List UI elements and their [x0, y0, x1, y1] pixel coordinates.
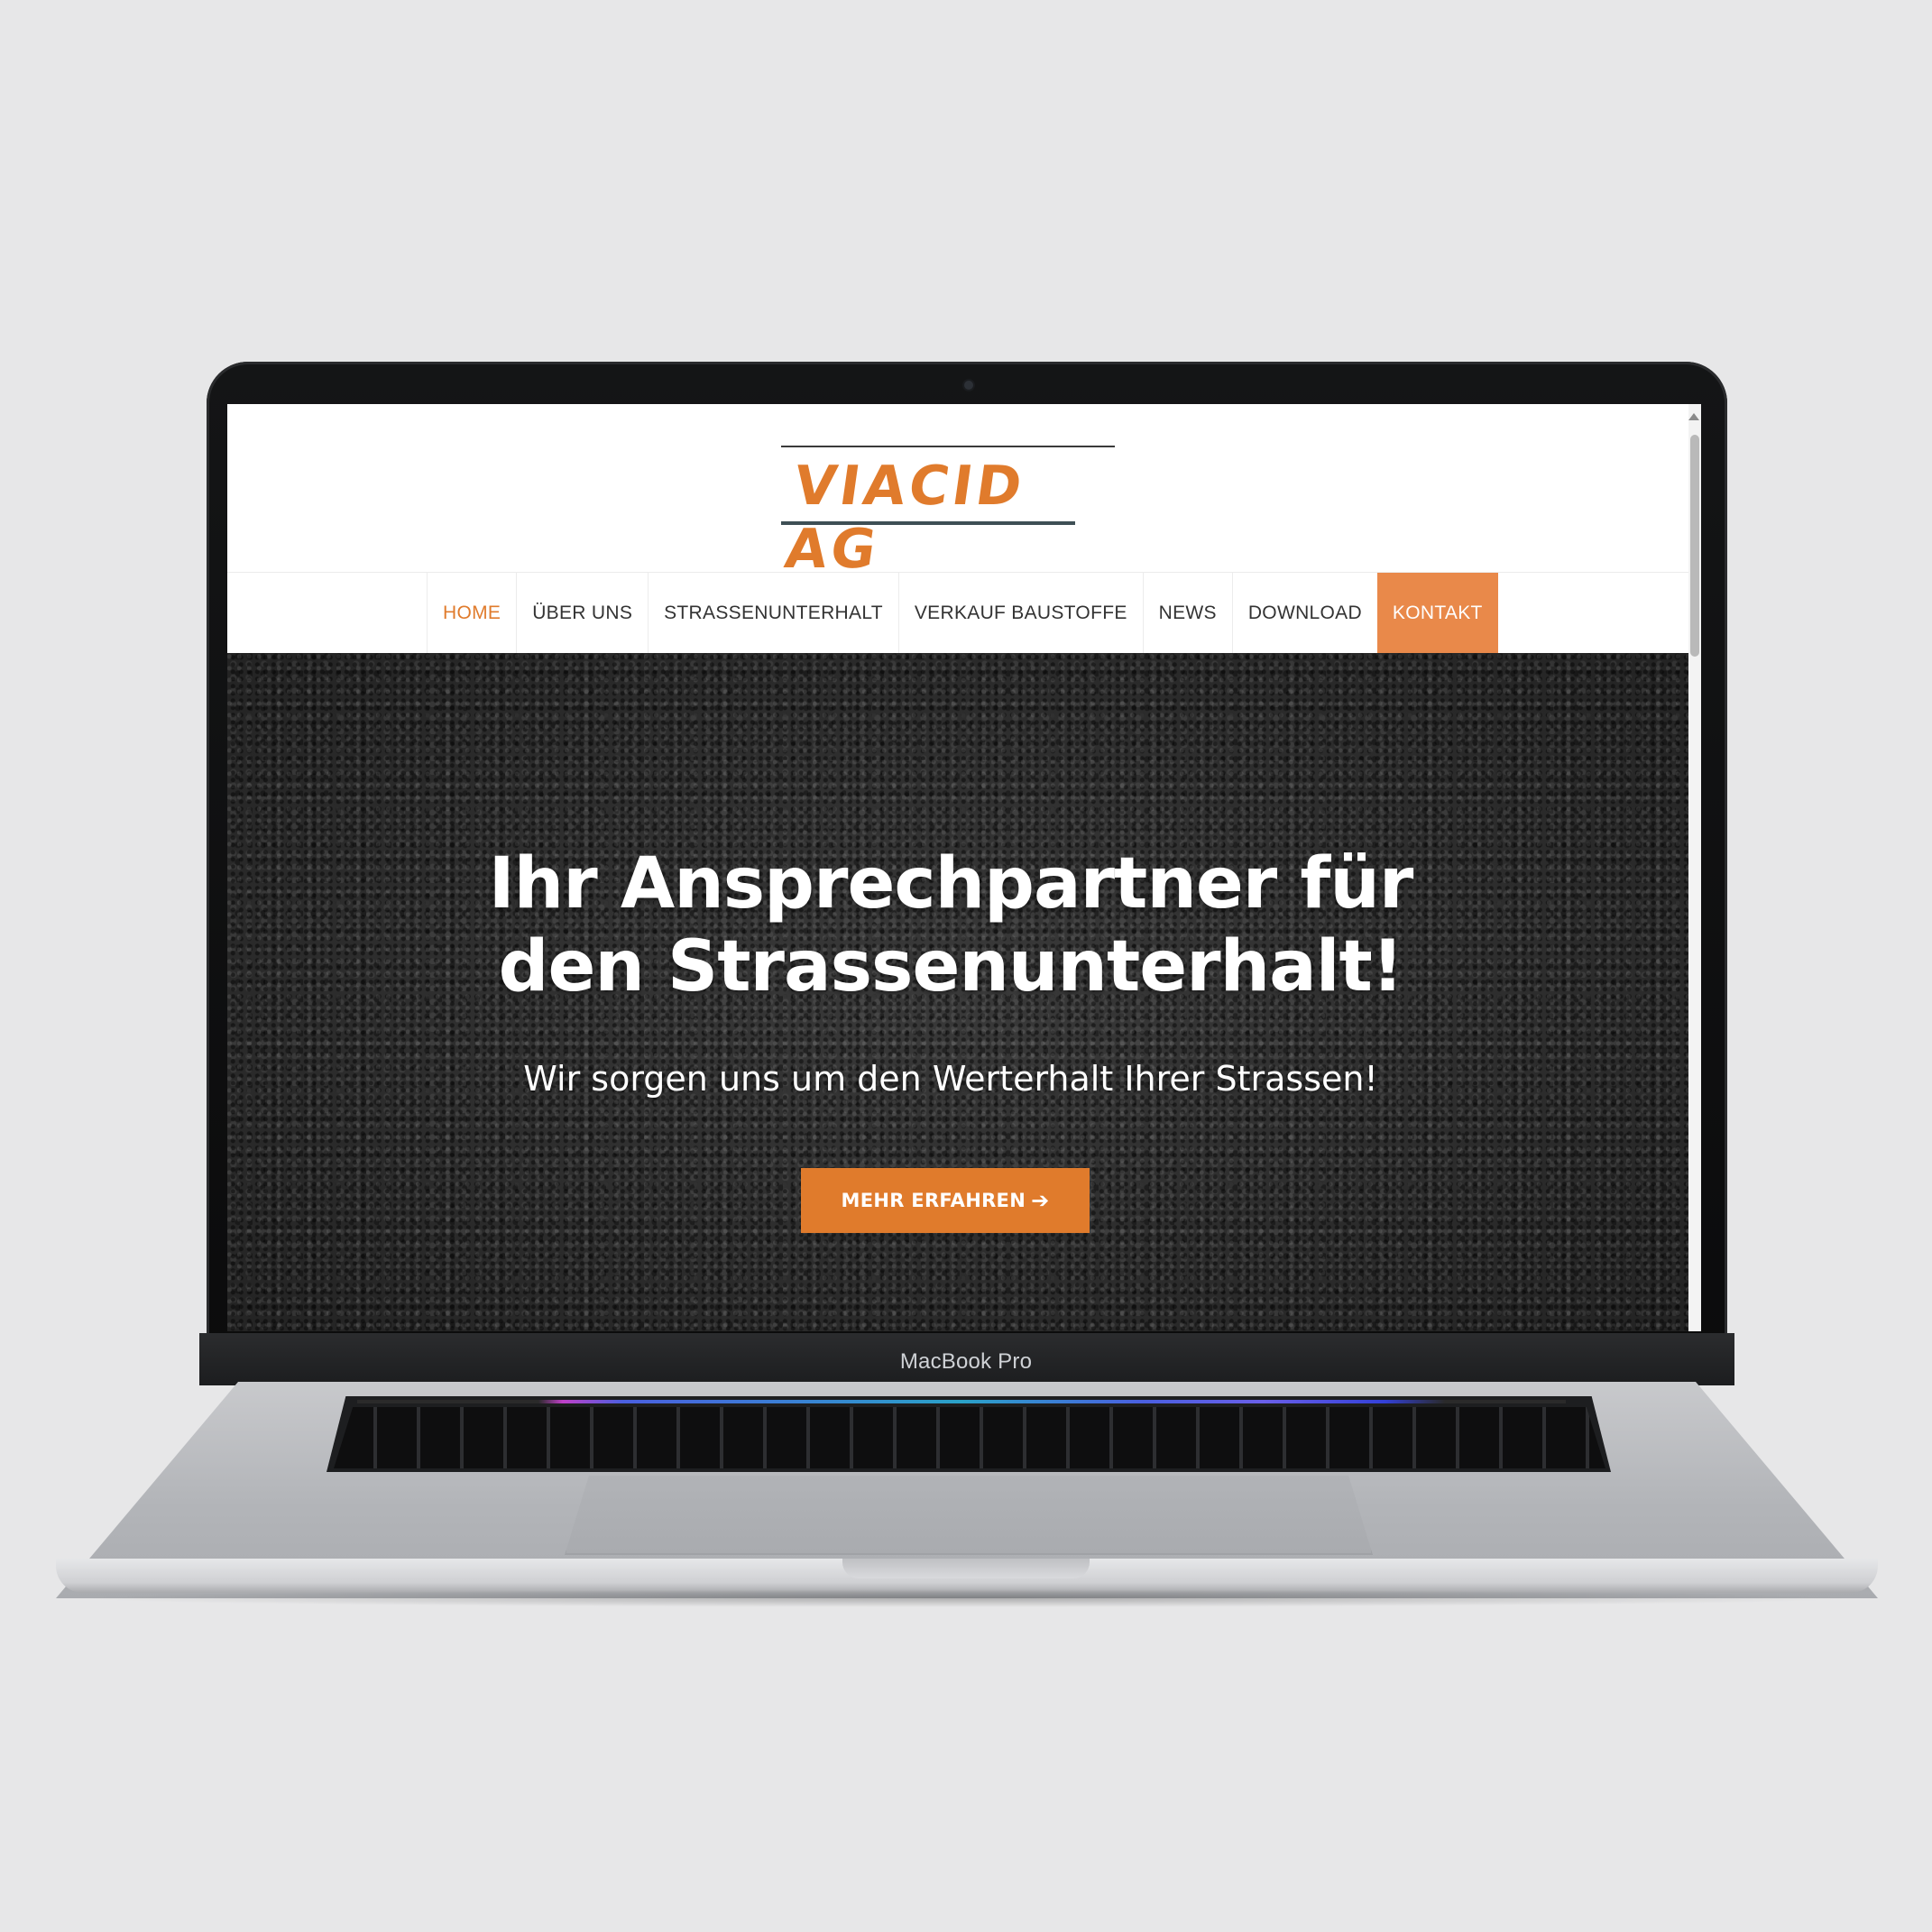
hero-button-label: MEHR ERFAHREN	[841, 1190, 1026, 1211]
trackpad	[565, 1476, 1373, 1555]
nav-item-strassenunterhalt[interactable]: STRASSENUNTERHALT	[648, 573, 898, 654]
hero-title-line-2: den Strassenunterhalt!	[498, 926, 1404, 1007]
site-header: VIACID AG	[227, 404, 1688, 581]
nav-item-ueber-uns[interactable]: ÜBER UNS	[516, 573, 648, 654]
laptop-shadow	[72, 1589, 1862, 1607]
touch-bar	[357, 1400, 1566, 1403]
nav-item-home[interactable]: HOME	[427, 573, 516, 654]
logo-bottom-line	[781, 521, 1075, 525]
hero-section: Ihr Ansprechpartner für den Strassenunte…	[227, 653, 1688, 1331]
browser-viewport: VIACID AG HOME ÜBER UNS STRASSENUNTERHAL…	[227, 404, 1701, 1331]
page-scrollbar[interactable]	[1688, 404, 1701, 1331]
hero-title: Ihr Ansprechpartner für den Strassenunte…	[227, 842, 1674, 1008]
logo-top-line	[781, 446, 1115, 447]
nav-item-news[interactable]: NEWS	[1142, 573, 1232, 654]
site-logo[interactable]: VIACID AG	[781, 446, 1115, 581]
nav-list: HOME ÜBER UNS STRASSENUNTERHALT VERKAUF …	[427, 573, 1498, 654]
arrow-right-icon: ➔	[1031, 1188, 1050, 1213]
nav-item-download[interactable]: DOWNLOAD	[1231, 573, 1377, 654]
keyboard-keys	[334, 1407, 1605, 1468]
main-navigation: HOME ÜBER UNS STRASSENUNTERHALT VERKAUF …	[227, 572, 1688, 654]
lid-opening-notch	[842, 1559, 1090, 1578]
hero-subtitle: Wir sorgen uns um den Werterhalt Ihrer S…	[523, 1059, 1378, 1099]
logo-text: VIACID AG	[781, 455, 1030, 581]
hero-title-line-1: Ihr Ansprechpartner für	[488, 843, 1414, 925]
device-label: MacBook Pro	[899, 1349, 1033, 1374]
mehr-erfahren-button[interactable]: MEHR ERFAHREN ➔	[801, 1168, 1090, 1233]
scroll-up-arrow-icon[interactable]	[1688, 413, 1699, 420]
nav-item-verkauf-baustoffe[interactable]: VERKAUF BAUSTOFFE	[897, 573, 1143, 654]
nav-item-kontakt[interactable]: KONTAKT	[1376, 573, 1498, 654]
camera-icon	[964, 381, 973, 390]
laptop-mockup: VIACID AG HOME ÜBER UNS STRASSENUNTERHAL…	[0, 0, 1932, 1932]
scrollbar-thumb[interactable]	[1690, 435, 1699, 657]
